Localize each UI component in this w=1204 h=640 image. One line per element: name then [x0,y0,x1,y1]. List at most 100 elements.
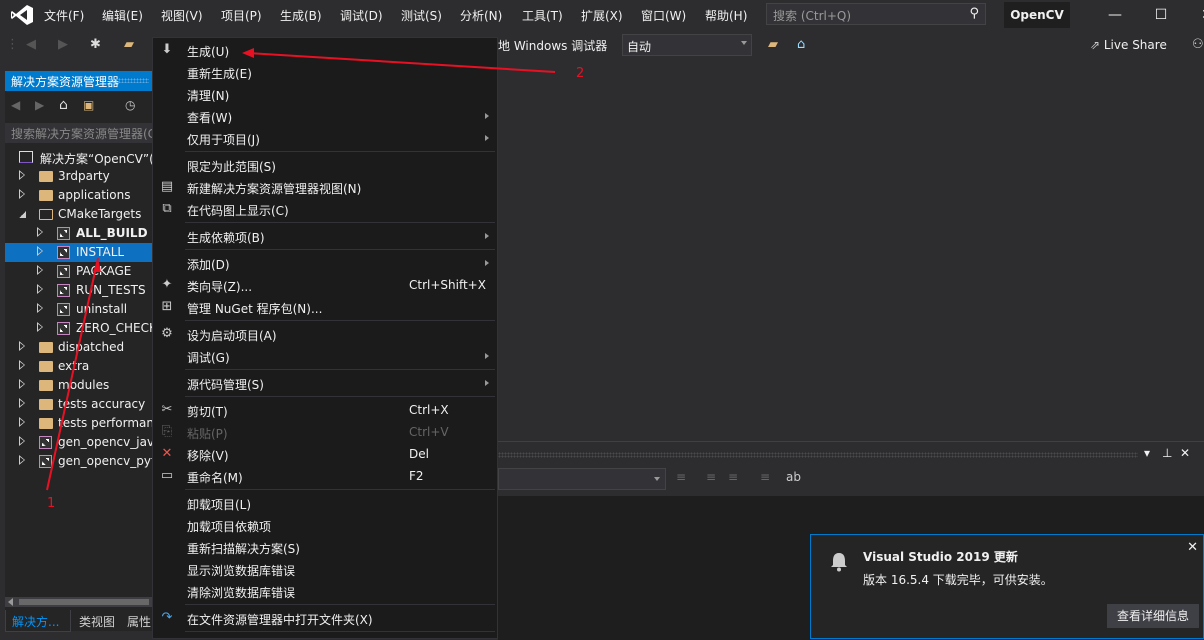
menu-extensions[interactable]: 扩展(X) [581,7,623,24]
output-source-select[interactable] [498,468,666,490]
tree-item[interactable]: gen_opencv_java [5,433,153,452]
close-window-button[interactable]: ✕ [1192,4,1204,26]
context-menu-item[interactable]: 卸载项目(L) [153,492,497,514]
word-wrap-icon[interactable]: ab [786,470,801,484]
context-menu-item[interactable]: ▭ 重命名(M) F2 [153,465,497,487]
expand-arrow-icon[interactable] [37,303,43,313]
context-menu-item[interactable]: 显示浏览数据库错误 [153,558,497,580]
context-menu-item[interactable]: 添加(D) [153,252,497,274]
panel-close-icon[interactable]: ✕ [1180,446,1190,460]
menu-tools[interactable]: 工具(T) [522,7,563,24]
tree-item[interactable]: modules [5,376,153,395]
tree-item[interactable]: extra [5,357,153,376]
context-menu-item[interactable]: 源代码管理(S) [153,372,497,394]
minimize-button[interactable]: — [1100,4,1130,26]
notification-close-button[interactable]: ✕ [1187,540,1198,555]
context-menu-item[interactable]: ✂ 剪切(T) Ctrl+X [153,399,497,421]
context-menu-item[interactable]: 限定为此范围(S) [153,154,497,176]
menu-build[interactable]: 生成(B) [280,7,322,24]
previous-message-icon[interactable]: ≡ [706,470,716,484]
expand-arrow-icon[interactable] [37,227,43,237]
tab-class-view[interactable]: 类视图 [73,610,121,632]
tree-item[interactable]: applications [5,186,153,205]
tree-item[interactable]: tests performance [5,414,153,433]
tree-item[interactable]: 3rdparty [5,167,153,186]
tab-properties[interactable]: 属性 [121,610,153,632]
clear-all-icon[interactable]: ≡ [760,470,770,484]
back-icon[interactable]: ◀ [26,37,36,52]
context-menu-item[interactable]: 清理(N) [153,83,497,105]
menu-debug[interactable]: 调试(D) [340,7,383,24]
context-menu-item[interactable]: ⚙ 设为启动项目(A) [153,323,497,345]
menu-edit[interactable]: 编辑(E) [102,7,143,24]
expand-arrow-icon[interactable] [19,417,25,427]
context-menu-item[interactable]: 仅用于项目(J) [153,127,497,149]
new-project-icon[interactable]: ✱ [90,37,101,52]
panel-dropdown-icon[interactable]: ▾ [1144,446,1150,460]
forward-icon[interactable]: ▶ [35,98,44,112]
menu-window[interactable]: 窗口(W) [641,7,686,24]
back-icon[interactable]: ◀ [11,98,20,112]
context-menu-item[interactable]: 查看(W) [153,105,497,127]
tree-item[interactable]: ZERO_CHECK [5,319,153,338]
debugger-selector[interactable]: 地 Windows 调试器 [498,37,607,54]
context-menu-item[interactable]: 重新生成(E) [153,61,497,83]
context-menu-item[interactable]: ⬇ 生成(U) [153,39,497,61]
tree-item[interactable]: dispatched [5,338,153,357]
expand-arrow-icon[interactable] [37,284,43,294]
menu-file[interactable]: 文件(F) [44,7,84,24]
pin-icon[interactable]: ⊥ [1162,446,1172,460]
tree-item[interactable]: PACKAGE [5,262,153,281]
panel-grip[interactable] [498,452,1138,458]
find-in-files-icon[interactable]: ▰ [768,37,778,52]
expand-arrow-icon[interactable] [19,379,25,389]
configuration-select[interactable]: 自动 [622,34,752,56]
expand-arrow-icon[interactable] [19,360,25,370]
context-menu-item[interactable]: ✦ 类向导(Z)... Ctrl+Shift+X [153,274,497,296]
scroll-left-icon[interactable] [8,598,13,606]
goto-error-icon[interactable]: ≡ [676,470,686,484]
scrollbar-thumb[interactable] [19,599,149,605]
expand-arrow-icon[interactable] [37,246,43,256]
context-menu-item[interactable]: 调试(G) [153,345,497,367]
home-window-icon[interactable]: ⌂ [797,37,805,52]
next-message-icon[interactable]: ≡ [728,470,738,484]
expand-arrow-icon[interactable] [37,322,43,332]
menu-project[interactable]: 项目(P) [221,7,262,24]
open-folder-icon[interactable]: ▰ [124,37,134,52]
view-details-button[interactable]: 查看详细信息 [1107,604,1199,628]
menu-help[interactable]: 帮助(H) [705,7,747,24]
context-menu-item[interactable]: 生成依赖项(B) [153,225,497,247]
menu-test[interactable]: 测试(S) [401,7,442,24]
switch-views-icon[interactable]: ▣ [83,98,94,112]
tree-item[interactable]: ALL_BUILD [5,224,153,243]
context-menu-item[interactable]: ⊞ 管理 NuGet 程序包(N)... [153,296,497,318]
context-menu-item[interactable]: 清除浏览数据库错误 [153,580,497,602]
context-menu-item[interactable]: 重新扫描解决方案(S) [153,536,497,558]
context-menu-item[interactable]: 加载项目依赖项 [153,514,497,536]
forward-icon[interactable]: ▶ [58,37,68,52]
expand-arrow-icon[interactable] [19,341,25,351]
maximize-button[interactable]: ☐ [1146,4,1176,26]
context-menu-item[interactable]: ▤ 新建解决方案资源管理器视图(N) [153,176,497,198]
menu-view[interactable]: 视图(V) [161,7,203,24]
home-icon[interactable]: ⌂ [59,97,68,113]
tree-item[interactable]: gen_opencv_python [5,452,153,471]
menu-analyze[interactable]: 分析(N) [460,7,502,24]
tree-item[interactable]: tests accuracy [5,395,153,414]
live-share-button[interactable]: ⇗ Live Share [1090,38,1167,52]
collapse-arrow-icon[interactable] [19,211,26,218]
expand-arrow-icon[interactable] [37,265,43,275]
expand-arrow-icon[interactable] [19,170,25,180]
header-grip[interactable] [109,78,149,83]
expand-arrow-icon[interactable] [19,189,25,199]
solution-search-input[interactable]: 搜索解决方案资源管理器(Ctrl+;) [5,123,153,143]
tree-item[interactable]: CMakeTargets [5,205,153,224]
tree-item[interactable]: 解决方案“OpenCV”( [5,148,153,167]
context-menu-item[interactable]: ⧉ 在代码图上显示(C) [153,198,497,220]
account-icon[interactable]: ⚇ [1192,37,1204,52]
tree-item[interactable]: RUN_TESTS [5,281,153,300]
tree-item[interactable]: INSTALL [5,243,153,262]
context-menu-item[interactable]: ↷ 在文件资源管理器中打开文件夹(X) [153,607,497,629]
pending-changes-icon[interactable]: ◷ [125,98,135,112]
